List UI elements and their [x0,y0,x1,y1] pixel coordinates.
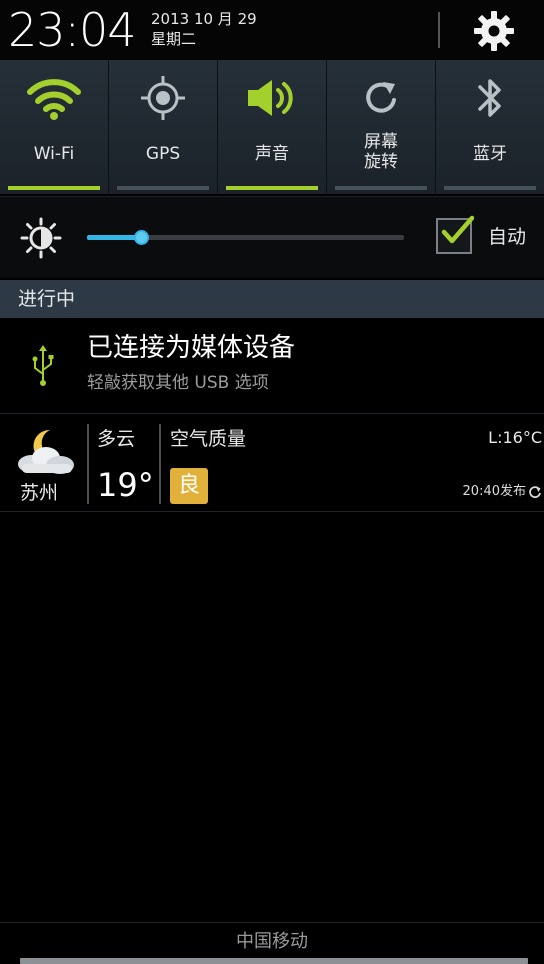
panel-drag-handle[interactable] [20,958,528,964]
carrier-name: 中国移动 [236,931,308,952]
settings-button[interactable] [466,6,522,56]
header-divider [438,12,440,48]
ongoing-section-title: 进行中 [18,288,76,310]
clock-time: 23:04 [8,3,137,57]
toggle-wifi[interactable]: Wi-Fi [0,60,109,194]
toggle-rotation-label: 屏幕 旋转 [327,132,435,172]
weekday-text: 星期二 [151,30,197,48]
brightness-icon [20,217,62,259]
weather-published-time: 20:40发布 [462,484,526,499]
weather-condition: 多云 [97,428,136,450]
toggle-wifi-indicator [8,186,100,190]
weather-published: 20:40发布 [463,484,542,500]
usb-notification-subtitle: 轻敲获取其他 USB 选项 [87,373,269,393]
auto-brightness-checkbox[interactable] [436,215,474,254]
toggle-sound[interactable]: 声音 [218,60,327,194]
weather-city: 苏州 [20,482,59,504]
weather-widget[interactable]: 苏州 多云 19° 空气质量 良 L:16°C 20:40发布 [0,416,544,512]
brightness-slider-fill [87,235,141,240]
weather-divider [87,424,89,504]
toggle-bluetooth[interactable]: 蓝牙 [436,60,544,194]
toggle-bluetooth-label: 蓝牙 [473,144,507,164]
usb-icon [32,345,54,386]
usb-notification-title: 已连接为媒体设备 [87,333,296,363]
date-text: 2013 10 月 29 [151,10,257,28]
wifi-icon [27,79,81,120]
speaker-icon [248,80,293,116]
brightness-slider[interactable] [87,230,404,245]
refresh-icon[interactable] [528,485,542,499]
partly-cloudy-night-icon [18,429,74,474]
air-quality-label: 空气质量 [170,428,247,450]
weather-divider [159,424,161,504]
weather-temperature: 19° [97,466,154,504]
auto-brightness-label: 自动 [488,226,527,248]
carrier-bar: 中国移动 [0,922,544,960]
gps-icon [141,76,185,120]
toggle-gps-label: GPS [145,144,181,164]
bluetooth-icon [478,79,501,117]
toggle-rotation-label-line1: 屏幕 [364,132,398,152]
toggle-screen-rotation[interactable]: 屏幕 旋转 [327,60,436,194]
rotate-icon [366,82,396,113]
toggle-gps[interactable]: GPS [109,60,218,194]
air-quality-badge: 良 [170,468,208,504]
ongoing-section-header: 进行中 [0,280,544,318]
checkmark-icon [441,215,474,244]
toggle-rotation-indicator [335,186,427,190]
toggle-bluetooth-indicator [444,186,536,190]
usb-notification[interactable]: 已连接为媒体设备 轻敲获取其他 USB 选项 [0,318,544,414]
toggle-wifi-label: Wi-Fi [33,144,75,164]
brightness-slider-thumb[interactable] [133,230,149,245]
toggle-gps-indicator [117,186,209,190]
quick-settings-panel: Wi-Fi GPS 声音 屏幕 旋转 蓝牙 [0,60,544,194]
toggle-sound-label: 声音 [255,144,289,164]
gear-icon [474,11,514,51]
weather-low-temp: L:16°C [488,428,542,447]
toggle-rotation-label-line2: 旋转 [364,152,398,172]
toggle-sound-indicator [226,186,318,190]
status-header: 23:04 2013 10 月 29 星期二 [0,0,544,60]
